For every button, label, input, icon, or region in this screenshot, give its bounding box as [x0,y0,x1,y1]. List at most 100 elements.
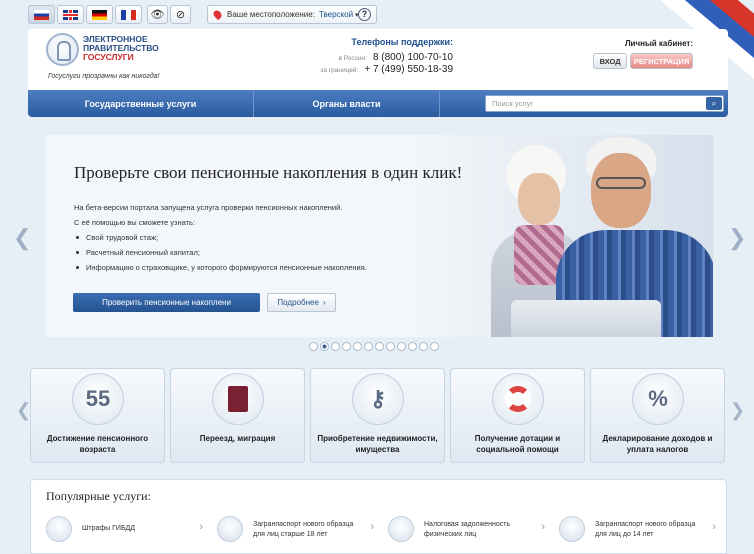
eye-icon: 👁 [150,9,165,21]
lang-fr-button[interactable] [115,5,142,24]
compass-icon: ⊘ [175,9,186,21]
slider-dot[interactable] [353,342,362,351]
banner-intro-1: На бета-версии портала запущена услуга п… [74,203,343,212]
uk-flag-icon [63,9,78,20]
slider-prev-arrow-icon[interactable]: ❮ [13,225,31,251]
search-icon: ⌕ [711,98,717,108]
slider-dot[interactable] [375,342,384,351]
popular-item-label: Налоговая задолженность физических лиц [424,521,511,538]
location-label: Ваше местоположение: [227,10,315,19]
slider-dot[interactable] [309,342,318,351]
tile-pension-age[interactable]: 55 Достижение пенсионного возраста [30,368,165,463]
traffic-light-icon [46,516,72,542]
location-selector[interactable]: Ваше местоположение: Тверской ▾ ? [207,5,377,24]
tiles-prev-arrow-icon[interactable]: ❮ [16,400,31,421]
check-pension-button[interactable]: Проверить пенсионные накоплени [73,293,260,312]
germany-flag-icon [92,9,107,20]
chevron-right-icon: › [199,521,203,533]
slider-dot[interactable] [397,342,406,351]
map-pin-icon [211,8,224,21]
popular-title: Популярные услуги: [46,489,151,503]
tile-label: Достижение пенсионного возраста [46,434,149,454]
low-vision-button[interactable]: 👁 [147,5,168,24]
calendar-55-icon: 55 [72,373,124,425]
slider-dots [309,342,439,351]
accessibility-tools: 👁 ⊘ [147,5,191,24]
tiles-next-arrow-icon[interactable]: ❯ [730,400,745,421]
location-value[interactable]: Тверской [319,10,353,19]
help-icon[interactable]: ? [358,8,371,21]
support-phones: Телефоны поддержки: в России: 8 (800) 10… [313,37,453,76]
slider-dot-active[interactable] [320,342,329,351]
login-button[interactable]: ВХОД [593,53,628,69]
lang-ru-button[interactable] [28,5,55,24]
more-details-button[interactable]: Подробнее › [267,293,336,312]
lifebuoy-icon [492,373,544,425]
slider-dot[interactable] [364,342,373,351]
tile-label: Приобретение недвижимости, имущества [317,434,438,454]
nav-gov-services[interactable]: Государственные услуги [28,90,254,117]
slider-dot[interactable] [430,342,439,351]
elderly-couple-photo [436,135,713,337]
tile-property[interactable]: ⚷ Приобретение недвижимости, имущества [310,368,445,463]
chevron-right-icon: › [712,521,716,533]
compass-button[interactable]: ⊘ [170,5,191,24]
banner-bullet: Свой трудовой стаж; [74,230,434,245]
popular-item-label: Загранпаспорт нового образца для лиц до … [595,521,696,538]
lang-en-button[interactable] [57,5,84,24]
tile-migration[interactable]: Переезд, миграция [170,368,305,463]
phones-title: Телефоны поддержки: [351,37,453,47]
phone-ru-label: в России: [338,55,367,62]
banner-bullet: Расчетный пенсионный капитал; [74,245,434,260]
russia-flag-icon [34,9,49,20]
tile-label: Декларирование доходов и уплата налогов [602,434,713,454]
tile-label: Переезд, миграция [199,434,276,443]
popular-item-label: Загранпаспорт нового образца для лиц ста… [253,521,354,538]
cabinet-title: Личный кабинет: [624,39,693,48]
language-switcher [28,5,142,24]
personal-cabinet: Личный кабинет: ВХОД РЕГИСТРАЦИЯ [593,39,693,69]
banner-title: Проверьте свои пенсионные накопления в о… [74,163,463,182]
search-placeholder: Поиск услуг [492,99,534,108]
chevron-right-icon: › [370,521,374,533]
popular-item-passport-adult[interactable]: Загранпаспорт нового образца для лиц ста… [217,516,388,550]
banner-intro-2: С её помощью вы сможете узнать: [74,218,196,227]
tax-document-icon [388,516,414,542]
search-button[interactable]: ⌕ [706,97,722,110]
passport-icon [559,516,585,542]
popular-item-traffic-fines[interactable]: Штрафы ГИБДД › [46,516,217,550]
chevron-right-icon: › [322,298,326,307]
france-flag-icon [121,9,136,20]
slider-dot[interactable] [331,342,340,351]
promo-banner: Проверьте свои пенсионные накопления в о… [46,135,713,337]
logo-line-3: ГОСУСЛУГИ [83,52,134,62]
tile-social-help[interactable]: Получение дотации и социальной помощи [450,368,585,463]
search-input[interactable]: Поиск услуг ⌕ [485,95,724,112]
popular-item-passport-child[interactable]: Загранпаспорт нового образца для лиц до … [559,516,730,550]
tile-label: Получение дотации и социальной помощи [474,434,561,454]
nav-authorities[interactable]: Органы власти [254,90,440,117]
passport-icon [212,373,264,425]
banner-bullet: Информацию о страховщике, у которого фор… [74,260,434,275]
banner-text: На бета-версии портала запущена услуга п… [74,200,434,275]
phone-abroad: + 7 (499) 550-18-39 [364,64,453,75]
slider-dot[interactable] [386,342,395,351]
slider-dot[interactable] [342,342,351,351]
chevron-right-icon: › [541,521,545,533]
keys-icon: ⚷ [352,373,404,425]
tile-taxes[interactable]: % Декларирование доходов и уплата налого… [590,368,725,463]
lang-de-button[interactable] [86,5,113,24]
logo-text[interactable]: ЭЛЕКТРОННОЕ ПРАВИТЕЛЬСТВО ГОСУСЛУГИ [83,35,159,62]
slider-dot[interactable] [408,342,417,351]
phone-abroad-label: за границей: [320,67,359,74]
passport-icon [217,516,243,542]
gosuslugi-logo-icon[interactable] [46,33,79,66]
percent-icon: % [632,373,684,425]
slider-next-arrow-icon[interactable]: ❯ [728,225,746,251]
phone-ru: 8 (800) 100-70-10 [372,52,453,63]
slider-dot[interactable] [419,342,428,351]
slogan: Госуслуги прозрачны как никогда! [48,73,160,80]
popular-item-tax-debt[interactable]: Налоговая задолженность физических лиц › [388,516,559,550]
more-label: Подробнее [277,298,319,307]
register-button[interactable]: РЕГИСТРАЦИЯ [630,53,693,69]
